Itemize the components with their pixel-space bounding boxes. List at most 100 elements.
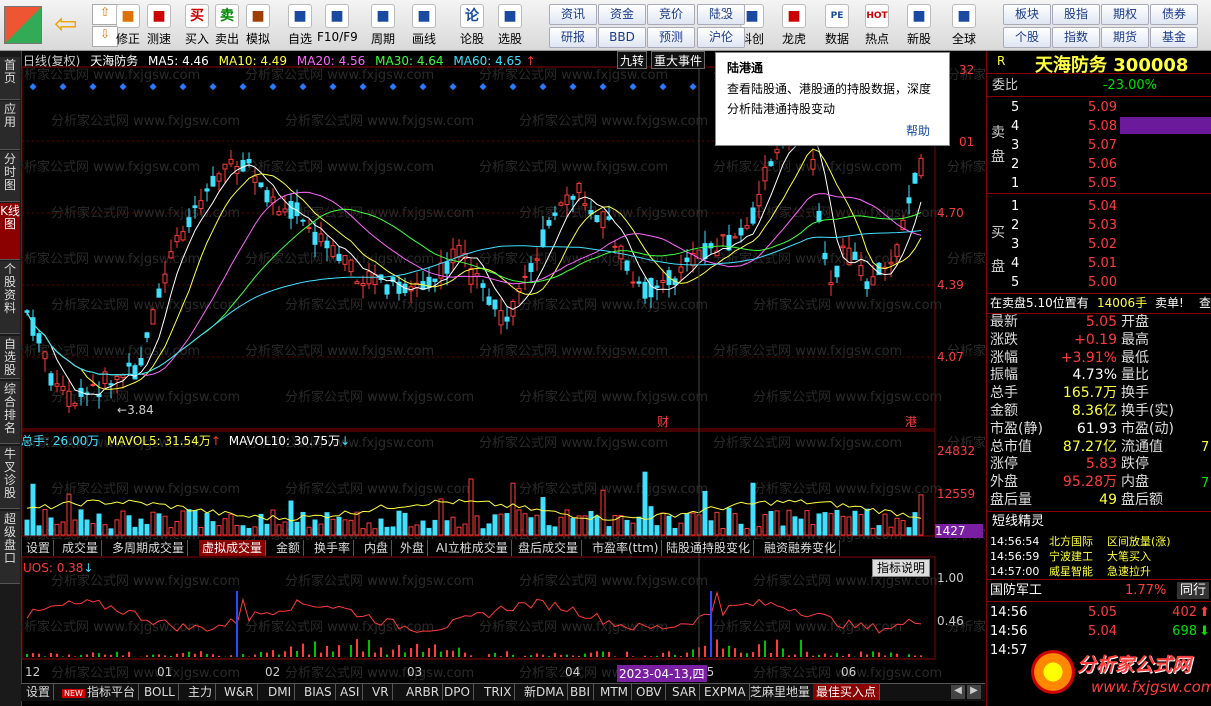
left-tab-0[interactable]: 首页 [0, 57, 20, 100]
volume-tab-3[interactable]: 虚拟成交量 [199, 540, 267, 556]
quick-right-button[interactable]: 期货 [1101, 27, 1149, 48]
indicator-help-button[interactable]: 指标说明 [872, 559, 931, 577]
bottom-tab-0[interactable]: 设置 [23, 684, 55, 700]
bottom-tab-2[interactable]: BOLL [141, 684, 179, 700]
volume-tab-12[interactable]: 融资融券变化 [761, 540, 841, 556]
周期-button[interactable]: ■ 周期 [363, 2, 403, 48]
sell-level-row[interactable]: 5 5.09 [987, 99, 1211, 116]
热点-button[interactable]: HOT 热点 [857, 2, 897, 48]
bottom-tab-12[interactable]: 新DMA [521, 684, 568, 700]
left-tab-6[interactable]: 综合排名 [0, 381, 20, 444]
bottom-tab-4[interactable]: W&R [221, 684, 258, 700]
bottom-tab-15[interactable]: OBV [633, 684, 666, 700]
bottom-tab-17[interactable]: EXPMA [701, 684, 750, 700]
quick-button[interactable]: 研报 [549, 27, 597, 48]
buy-level-row[interactable]: 3 5.02 [987, 236, 1211, 253]
left-tab-2[interactable]: 分时图 [0, 151, 20, 202]
quick-button[interactable]: BBD [598, 27, 646, 48]
notice-row[interactable]: 在卖盘5.10位置有 14006手 卖单! 查 [987, 295, 1211, 312]
left-tab-1[interactable]: 应用 [0, 101, 20, 150]
bottom-tab-18[interactable]: 芝麻里地量 [747, 684, 815, 700]
indicator-bar [26, 653, 28, 657]
left-tab-8[interactable]: 超级盘口 [0, 511, 20, 584]
bottom-tab-9[interactable]: ARBR [403, 684, 444, 700]
left-tab-5[interactable]: 自选股 [0, 336, 20, 379]
bottom-tab-14[interactable]: MTM [597, 684, 633, 700]
scroll-left-icon[interactable]: ◀ [951, 685, 965, 699]
bottom-tab-6[interactable]: BIAS [301, 684, 336, 700]
left-tab-3[interactable]: K线图 [0, 203, 20, 260]
quick-button[interactable]: 资讯 [549, 4, 597, 25]
buy-level-row[interactable]: 2 5.03 [987, 217, 1211, 234]
画线-button[interactable]: ■ 画线 [404, 2, 444, 48]
period-label[interactable]: 日线(复权) [23, 54, 80, 68]
back-arrow-icon[interactable]: ⇦ [54, 10, 84, 38]
quick-right-button[interactable]: 股指 [1052, 4, 1100, 25]
hk-connect-mark[interactable]: 港 [905, 413, 917, 430]
toolbar-label: 全球 [951, 32, 976, 46]
bottom-tab-11[interactable]: TRIX [481, 684, 516, 700]
volume-tab-6[interactable]: 内盘 [361, 540, 393, 556]
模拟-button[interactable]: ■ 模拟 [238, 2, 278, 48]
sector-row[interactable]: 国防军工 1.77% 同行 [987, 582, 1211, 599]
自选-button[interactable]: ■ 自选 [280, 2, 320, 48]
sell-level-row[interactable]: 2 5.06 [987, 156, 1211, 173]
short-elf-header[interactable]: 短线精灵 [987, 513, 1211, 530]
bottom-tab-3[interactable]: 主力 [185, 684, 217, 700]
quick-right-button[interactable]: 基金 [1150, 27, 1198, 48]
数据-button[interactable]: PE 数据 [817, 2, 857, 48]
龙虎-button[interactable]: ■ 龙虎 [774, 2, 814, 48]
quick-button[interactable]: 竞价 [647, 4, 695, 25]
全球-button[interactable]: ■ 全球 [944, 2, 984, 48]
测速-button[interactable]: ■ 测速 [139, 2, 179, 48]
volume-bar [84, 519, 90, 536]
bottom-tab-1[interactable]: NEW 指标平台 [59, 684, 139, 700]
volume-tab-10[interactable]: 市盈率(ttm) [589, 540, 663, 556]
bottom-tab-8[interactable]: VR [369, 684, 393, 700]
left-tab-7[interactable]: 牛叉诊股 [0, 446, 20, 509]
bottom-tab-13[interactable]: BBI [567, 684, 595, 700]
quick-right-button[interactable]: 债券 [1150, 4, 1198, 25]
buy-level-row[interactable]: 5 5.00 [987, 274, 1211, 291]
volume-tab-4[interactable]: 金额 [273, 540, 305, 556]
volume-tab-0[interactable]: 设置 [23, 540, 55, 556]
financial-mark[interactable]: 财 [657, 413, 669, 430]
jiuzhuan-button[interactable]: 九转 [617, 51, 648, 69]
volume-bar [768, 511, 774, 536]
sell-level-row[interactable]: 3 5.07 [987, 137, 1211, 154]
short-elf-row[interactable]: 14:57:00 威星智能 急速拉升 [987, 563, 1211, 580]
quick-right-button[interactable]: 指数 [1052, 27, 1100, 48]
volume-tab-11[interactable]: 陆股通持股变化 [663, 540, 755, 556]
quick-right-button[interactable]: 期权 [1101, 4, 1149, 25]
volume-tab-2[interactable]: 多周期成交量 [109, 540, 189, 556]
sell-level-row[interactable]: 1 5.05 [987, 175, 1211, 192]
quick-button[interactable]: 沪伦 [697, 27, 745, 48]
indicator-bar [668, 651, 670, 657]
quick-button[interactable]: 资金 [598, 4, 646, 25]
volume-tab-5[interactable]: 换手率 [311, 540, 355, 556]
scroll-right-icon[interactable]: ▶ [967, 685, 981, 699]
quick-right-button[interactable]: 板块 [1003, 4, 1051, 25]
quick-right-button[interactable]: 个股 [1003, 27, 1051, 48]
bottom-tab-10[interactable]: DPO [441, 684, 474, 700]
bottom-tab-7[interactable]: ASI [337, 684, 364, 700]
major-event-button[interactable]: 重大事件 [651, 51, 706, 69]
volume-tab-7[interactable]: 外盘 [397, 540, 429, 556]
buy-level-row[interactable]: 4 5.01 [987, 255, 1211, 272]
选股-button[interactable]: ■ 选股 [490, 2, 530, 48]
volume-tab-8[interactable]: AI立桩成交量 [433, 540, 512, 556]
tooltip-help-link[interactable]: 帮助 [906, 122, 930, 139]
peer-tab[interactable]: 同行 [1177, 582, 1210, 599]
app-logo-icon[interactable] [4, 6, 42, 44]
bottom-tab-5[interactable]: DMI [265, 684, 296, 700]
新股-button[interactable]: ■ 新股 [899, 2, 939, 48]
volume-tab-9[interactable]: 盘后成交量 [515, 540, 583, 556]
left-tab-4[interactable]: 个股资料 [0, 261, 20, 334]
bottom-tab-19[interactable]: 最佳买入点 [813, 684, 881, 700]
buy-level-row[interactable]: 1 5.04 [987, 198, 1211, 215]
bottom-tab-16[interactable]: SAR [669, 684, 701, 700]
volume-tab-1[interactable]: 成交量 [59, 540, 103, 556]
F10/F9-button[interactable]: ■ F10/F9 [317, 2, 358, 48]
quick-button[interactable]: 预测 [647, 27, 695, 48]
论股-button[interactable]: 论论股 [452, 2, 492, 48]
